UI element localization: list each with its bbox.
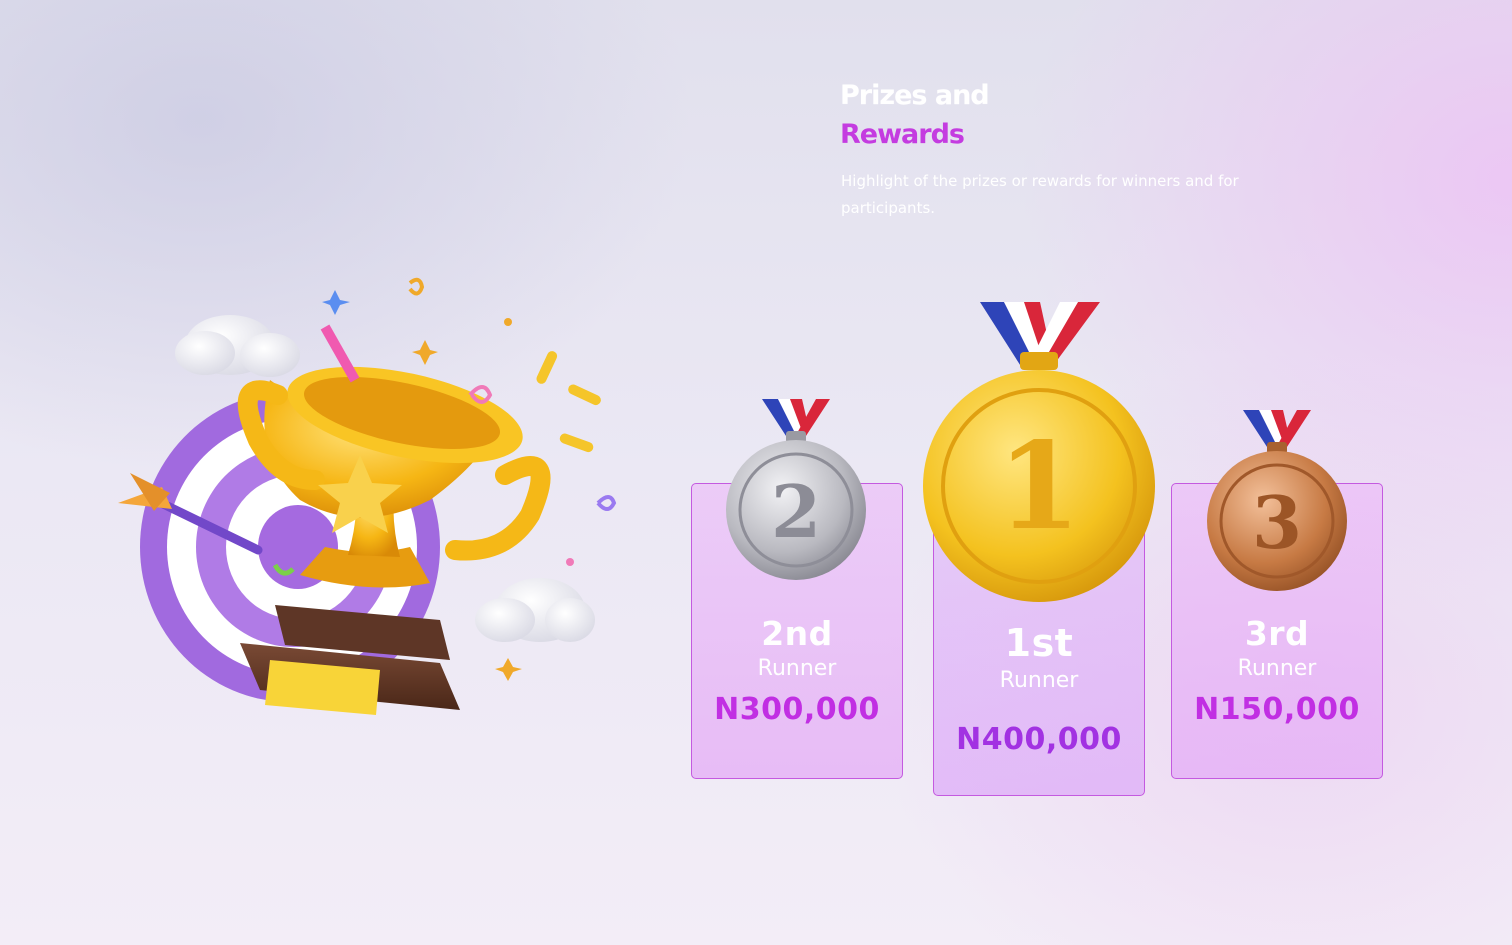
- silver-medal-icon: 2: [724, 397, 868, 582]
- medal-number: 3: [1252, 480, 1302, 565]
- section-subtitle: Highlight of the prizes or rewards for w…: [841, 172, 1239, 217]
- section-title: Prizes and Rewards: [840, 76, 990, 154]
- prize-place: 3rd: [1244, 614, 1310, 653]
- prize-amount: N300,000: [714, 692, 880, 727]
- prize-label: Runner: [1237, 656, 1317, 681]
- trophy-illustration: [110, 265, 640, 740]
- gold-medal-icon: 1: [920, 300, 1158, 602]
- section-title-line-2: Rewards: [840, 119, 965, 150]
- prize-amount: N150,000: [1194, 692, 1360, 727]
- section-title-line-1: Prizes and: [840, 80, 990, 111]
- prize-place: 1st: [1004, 621, 1074, 665]
- prize-label: Runner: [757, 656, 837, 681]
- prize-place: 2nd: [761, 614, 833, 653]
- cloud-icon: [175, 315, 300, 377]
- prize-label: Runner: [999, 668, 1079, 693]
- prize-amount: N400,000: [956, 722, 1122, 757]
- cloud-icon: [475, 578, 595, 642]
- medal-number: 1: [997, 416, 1081, 557]
- bronze-medal-icon: 3: [1205, 408, 1349, 593]
- medal-number: 2: [771, 469, 821, 554]
